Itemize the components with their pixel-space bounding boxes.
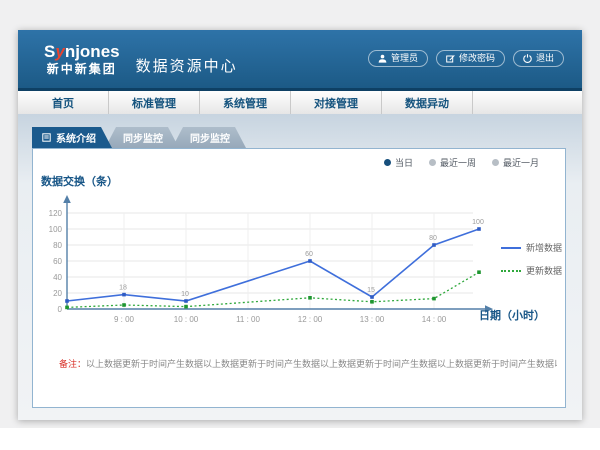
tab-label: 同步监控	[190, 130, 230, 145]
radio-dot-icon	[429, 159, 436, 166]
legend-item-new[interactable]: 新增数据	[501, 241, 562, 254]
user-icon	[378, 54, 387, 63]
svg-text:9 : 00: 9 : 00	[114, 315, 135, 324]
svg-text:13 : 00: 13 : 00	[360, 315, 385, 324]
footnote-prefix: 备注：	[59, 359, 86, 369]
main-nav: 首页标准管理系统管理对接管理数据异动	[18, 88, 582, 114]
svg-text:80: 80	[429, 235, 437, 242]
radio-dot-icon	[384, 159, 391, 166]
action-label: 修改密码	[459, 53, 495, 64]
tab-2[interactable]: 同步监控	[105, 127, 179, 148]
svg-text:10: 10	[181, 291, 189, 298]
page-background: Synjones 新中新集团 数据资源中心 管理员修改密码退出 首页标准管理系统…	[0, 0, 600, 450]
svg-text:20: 20	[53, 289, 62, 298]
series-legend: 新增数据更新数据	[501, 241, 562, 277]
app-title: 数据资源中心	[136, 55, 238, 76]
svg-text:100: 100	[472, 219, 484, 226]
svg-text:11 : 00: 11 : 00	[236, 315, 260, 324]
app-window: Synjones 新中新集团 数据资源中心 管理员修改密码退出 首页标准管理系统…	[18, 30, 582, 420]
logo-accent-letter: y	[55, 42, 64, 61]
app-header: Synjones 新中新集团 数据资源中心 管理员 修改密码 退出	[18, 30, 582, 88]
radio-label: 最近一月	[503, 156, 539, 169]
tab-bar: 系统介绍 同步监控 同步监控	[32, 127, 246, 148]
legend-line-icon	[501, 270, 521, 272]
y-axis-title: 数据交换（条）	[41, 173, 118, 189]
svg-text:60: 60	[53, 257, 62, 266]
nav-item-3[interactable]: 系统管理	[200, 91, 291, 114]
logout-button[interactable]: 退出	[513, 50, 564, 67]
footnote-text: 以上数据更新于时间产生数据以上数据更新于时间产生数据以上数据更新于时间产生数据以…	[86, 359, 557, 369]
radio-label: 最近一周	[440, 156, 476, 169]
svg-text:12 : 00: 12 : 00	[298, 315, 323, 324]
legend-item-update[interactable]: 更新数据	[501, 264, 562, 277]
legend-label: 新增数据	[526, 241, 562, 254]
radio-option-3[interactable]: 最近一月	[492, 156, 539, 169]
radio-option-2[interactable]: 最近一周	[429, 156, 476, 169]
chart-panel: 当日 最近一周 最近一月 数据交换（条） 0 20 40 60 80 100 120 9 : 00…	[32, 148, 566, 408]
logo-wordmark: Synjones	[44, 43, 120, 60]
svg-text:10 : 00: 10 : 00	[174, 315, 199, 324]
nav-item-4[interactable]: 对接管理	[291, 91, 382, 114]
svg-text:100: 100	[49, 225, 63, 234]
legend-line-icon	[501, 247, 521, 249]
document-icon	[42, 133, 51, 142]
content-area: 系统介绍 同步监控 同步监控 当日 最近一周 最近一月 数据交换（条） 0 20 40 60 8…	[18, 114, 582, 420]
svg-text:60: 60	[305, 251, 313, 258]
svg-text:120: 120	[49, 209, 63, 218]
logo-company-name: 新中新集团	[44, 63, 120, 75]
nav-item-1[interactable]: 首页	[18, 91, 109, 114]
svg-text:18: 18	[119, 285, 127, 292]
edit-icon	[446, 54, 455, 63]
time-range-radios: 当日 最近一周 最近一月	[384, 156, 539, 169]
footnote: 备注：以上数据更新于时间产生数据以上数据更新于时间产生数据以上数据更新于时间产生…	[59, 357, 557, 370]
radio-label: 当日	[395, 156, 413, 169]
tab-1[interactable]: 系统介绍	[32, 127, 112, 148]
action-label: 退出	[536, 53, 554, 64]
tab-3[interactable]: 同步监控	[172, 127, 246, 148]
svg-text:0: 0	[58, 305, 63, 314]
svg-text:15: 15	[367, 287, 375, 294]
tab-label: 系统介绍	[56, 130, 96, 145]
nav-item-5[interactable]: 数据异动	[382, 91, 473, 114]
nav-item-2[interactable]: 标准管理	[109, 91, 200, 114]
header-actions: 管理员 修改密码 退出	[368, 50, 564, 67]
action-label: 管理员	[391, 53, 418, 64]
svg-text:40: 40	[53, 273, 62, 282]
tab-label: 同步监控	[123, 130, 163, 145]
user-button[interactable]: 管理员	[368, 50, 428, 67]
legend-label: 更新数据	[526, 264, 562, 277]
logout-icon	[523, 54, 532, 63]
radio-option-1[interactable]: 当日	[384, 156, 413, 169]
x-axis-title: 日期（小时）	[479, 307, 545, 323]
svg-text:80: 80	[53, 241, 62, 250]
edit-button[interactable]: 修改密码	[436, 50, 505, 67]
radio-dot-icon	[492, 159, 499, 166]
logo: Synjones 新中新集团	[44, 43, 120, 75]
svg-text:14 : 00: 14 : 00	[422, 315, 447, 324]
